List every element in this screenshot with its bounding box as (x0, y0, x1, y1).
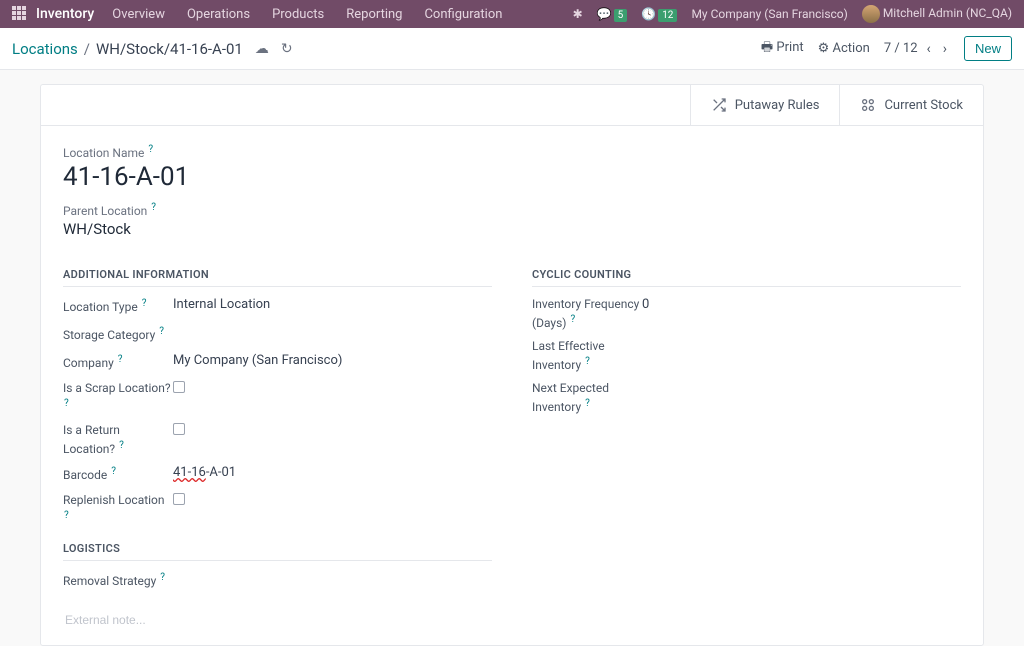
cloud-icon[interactable]: ☁ (255, 41, 269, 57)
section-logistics: LOGISTICS (63, 542, 492, 561)
help-icon[interactable]: ? (142, 298, 147, 309)
scrap-checkbox[interactable] (173, 381, 185, 393)
pager: 7 / 12 ‹ › (884, 39, 950, 59)
col-cyclic: CYCLIC COUNTING Inventory Frequency (Day… (532, 254, 961, 599)
form-body: Location Name ? 41-16-A-01 Parent Locati… (41, 126, 983, 645)
scrap-label: Is a Scrap Location? ? (63, 381, 173, 415)
breadcrumb-link[interactable]: Locations (12, 40, 78, 58)
avatar (862, 5, 880, 23)
stat-buttons: Putaway Rules Current Stock (41, 85, 983, 126)
help-icon[interactable]: ? (64, 398, 69, 409)
user-menu[interactable]: Mitchell Admin (NC_QA) (862, 5, 1012, 23)
help-icon[interactable]: ? (111, 466, 116, 477)
help-icon[interactable]: ? (151, 202, 156, 213)
toolbar-actions: 🖶 Print ⚙ Action 7 / 12 ‹ › New (761, 36, 1012, 61)
parent-location-value[interactable]: WH/Stock (63, 220, 961, 238)
discard-icon[interactable]: ↻ (281, 41, 293, 57)
breadcrumb-current: WH/Stock/41-16-A-01 (96, 40, 243, 58)
print-button[interactable]: 🖶 Print (761, 38, 804, 60)
company-switcher[interactable]: My Company (San Francisco) (691, 7, 847, 21)
nav-right: ✱ 💬5 🕓12 My Company (San Francisco) Mitc… (573, 5, 1012, 23)
activities-icon[interactable]: 🕓12 (641, 7, 677, 21)
help-icon[interactable]: ? (148, 144, 153, 155)
help-icon[interactable]: ? (119, 440, 124, 451)
inventory-frequency-value[interactable]: 0 (642, 297, 649, 312)
return-label: Is a Return Location? ? (63, 423, 173, 457)
location-name-value[interactable]: 41-16-A-01 (63, 162, 961, 192)
pager-prev-icon[interactable]: ‹ (924, 39, 934, 59)
company-label: Company ? (63, 353, 173, 372)
replenish-label: Replenish Location ? (63, 493, 173, 527)
menu-operations[interactable]: Operations (187, 7, 250, 22)
apps-icon[interactable] (12, 6, 28, 22)
top-nav: Inventory Overview Operations Products R… (0, 0, 1024, 28)
debug-icon[interactable]: ✱ (573, 7, 583, 21)
help-icon[interactable]: ? (585, 398, 590, 409)
location-type-value[interactable]: Internal Location (173, 297, 270, 312)
new-button[interactable]: New (964, 36, 1012, 61)
main-menu: Overview Operations Products Reporting C… (112, 7, 572, 22)
barcode-label: Barcode ? (63, 465, 173, 484)
pager-text: 7 / 12 (884, 41, 918, 56)
breadcrumb: Locations / WH/Stock/41-16-A-01 ☁ ↻ (12, 40, 293, 58)
external-note-input[interactable] (63, 607, 961, 633)
form-sheet: Putaway Rules Current Stock Location Nam… (40, 84, 984, 646)
location-name-label: Location Name ? (63, 144, 961, 160)
help-icon[interactable]: ? (585, 356, 590, 367)
tab-putaway-rules[interactable]: Putaway Rules (690, 85, 840, 125)
menu-overview[interactable]: Overview (112, 7, 165, 22)
menu-configuration[interactable]: Configuration (424, 7, 502, 22)
shuffle-icon (711, 97, 727, 113)
help-icon[interactable]: ? (118, 354, 123, 365)
breadcrumb-sep: / (84, 40, 90, 58)
help-icon[interactable]: ? (64, 510, 69, 521)
action-button[interactable]: ⚙ Action (818, 41, 870, 56)
storage-category-label: Storage Category ? (63, 325, 173, 344)
next-expected-label: Next Expected Inventory ? (532, 381, 642, 415)
help-icon[interactable]: ? (570, 314, 575, 325)
inventory-frequency-label: Inventory Frequency (Days) ? (532, 297, 642, 331)
tab-current-stock[interactable]: Current Stock (839, 85, 983, 125)
section-additional: ADDITIONAL INFORMATION (63, 268, 492, 287)
section-cyclic: CYCLIC COUNTING (532, 268, 961, 287)
messages-icon[interactable]: 💬5 (597, 7, 628, 21)
toolbar: Locations / WH/Stock/41-16-A-01 ☁ ↻ 🖶 Pr… (0, 28, 1024, 70)
help-icon[interactable]: ? (159, 326, 164, 337)
help-icon[interactable]: ? (160, 572, 165, 583)
barcode-value[interactable]: 41-16-A-01 (173, 465, 236, 480)
menu-reporting[interactable]: Reporting (346, 7, 402, 22)
company-value[interactable]: My Company (San Francisco) (173, 353, 342, 368)
menu-products[interactable]: Products (272, 7, 324, 22)
boxes-icon (860, 97, 876, 113)
app-brand[interactable]: Inventory (36, 6, 94, 22)
parent-location-label: Parent Location ? (63, 202, 961, 218)
removal-strategy-label: Removal Strategy ? (63, 571, 173, 590)
last-effective-label: Last Effective Inventory ? (532, 339, 642, 373)
return-checkbox[interactable] (173, 423, 185, 435)
col-additional: ADDITIONAL INFORMATION Location Type ?In… (63, 254, 492, 599)
replenish-checkbox[interactable] (173, 493, 185, 505)
location-type-label: Location Type ? (63, 297, 173, 316)
pager-next-icon[interactable]: › (940, 39, 950, 59)
